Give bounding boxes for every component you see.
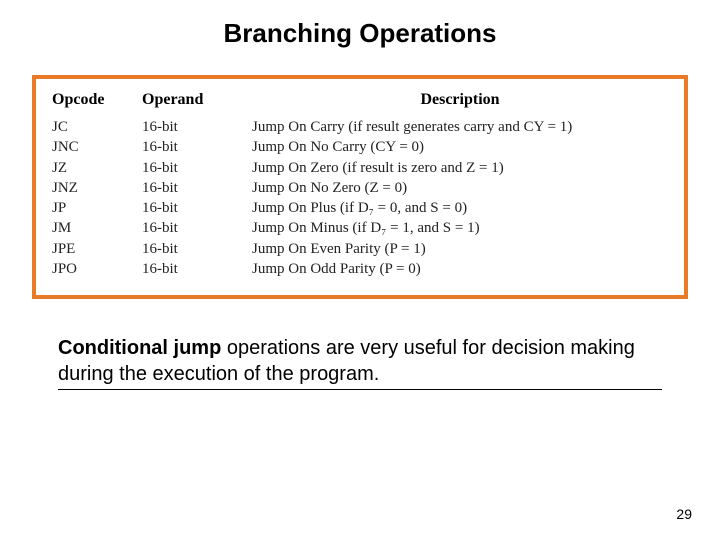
cell-description: Jump On Carry (if result generates carry… — [252, 117, 668, 137]
table-row: JPO 16-bit Jump On Odd Parity (P = 0) — [52, 259, 668, 279]
cell-operand: 16-bit — [142, 198, 252, 218]
cell-operand: 16-bit — [142, 218, 252, 238]
header-description: Description — [252, 91, 668, 109]
cell-description: Jump On Odd Parity (P = 0) — [252, 259, 668, 279]
cell-opcode: JZ — [52, 158, 142, 178]
table-row: JZ 16-bit Jump On Zero (if result is zer… — [52, 158, 668, 178]
slide-title: Branching Operations — [0, 0, 720, 49]
cell-description: Jump On No Carry (CY = 0) — [252, 137, 668, 157]
cell-opcode: JNC — [52, 137, 142, 157]
header-operand: Operand — [142, 91, 252, 109]
table-row: JPE 16-bit Jump On Even Parity (P = 1) — [52, 239, 668, 259]
cell-operand: 16-bit — [142, 259, 252, 279]
cell-description: Jump On Zero (if result is zero and Z = … — [252, 158, 668, 178]
opcode-table: Opcode Operand Description JC 16-bit Jum… — [32, 75, 688, 299]
cell-description: Jump On Minus (if D₇ = 1, and S = 1) — [252, 218, 668, 238]
caption-bold: Conditional jump — [58, 337, 221, 359]
cell-description: Jump On No Zero (Z = 0) — [252, 178, 668, 198]
cell-opcode: JC — [52, 117, 142, 137]
cell-description: Jump On Plus (if D₇ = 0, and S = 0) — [252, 198, 668, 218]
cell-operand: 16-bit — [142, 239, 252, 259]
cell-opcode: JPO — [52, 259, 142, 279]
table-header-row: Opcode Operand Description — [52, 87, 668, 117]
cell-opcode: JPE — [52, 239, 142, 259]
page-number: 29 — [676, 506, 692, 522]
cell-operand: 16-bit — [142, 158, 252, 178]
header-opcode: Opcode — [52, 91, 142, 109]
cell-operand: 16-bit — [142, 137, 252, 157]
table-row: JNC 16-bit Jump On No Carry (CY = 0) — [52, 137, 668, 157]
table-row: JC 16-bit Jump On Carry (if result gener… — [52, 117, 668, 137]
caption-text: Conditional jump operations are very use… — [58, 335, 662, 390]
cell-description: Jump On Even Parity (P = 1) — [252, 239, 668, 259]
table-row: JNZ 16-bit Jump On No Zero (Z = 0) — [52, 178, 668, 198]
cell-operand: 16-bit — [142, 178, 252, 198]
cell-opcode: JP — [52, 198, 142, 218]
cell-opcode: JM — [52, 218, 142, 238]
cell-opcode: JNZ — [52, 178, 142, 198]
table-row: JP 16-bit Jump On Plus (if D₇ = 0, and S… — [52, 198, 668, 218]
cell-operand: 16-bit — [142, 117, 252, 137]
table-row: JM 16-bit Jump On Minus (if D₇ = 1, and … — [52, 218, 668, 238]
